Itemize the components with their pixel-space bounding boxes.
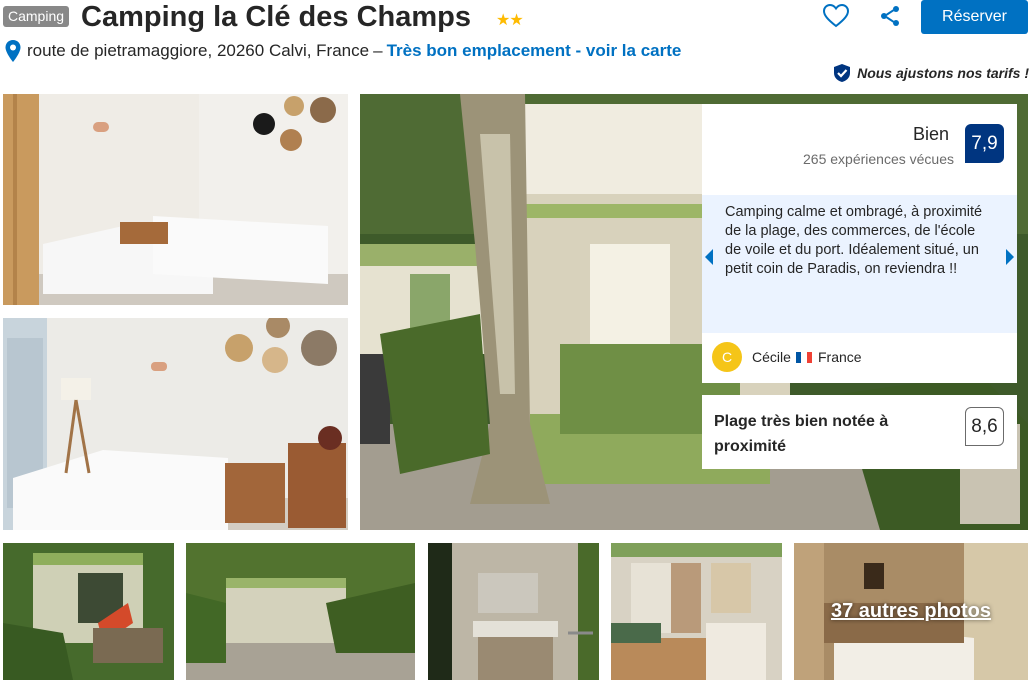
review-score: 7,9: [965, 124, 1004, 163]
photo-thumb-1[interactable]: [3, 543, 174, 680]
next-review-arrow-icon[interactable]: [1006, 249, 1014, 265]
map-pin-icon: [5, 40, 21, 62]
bedroom-image: [3, 318, 348, 530]
share-icon[interactable]: [878, 4, 902, 28]
heart-icon[interactable]: [822, 3, 850, 29]
rating-word: Bien: [912, 124, 949, 144]
more-photos-link[interactable]: 37 autres photos: [831, 600, 991, 623]
chalet-garden-image: [186, 543, 415, 680]
review-card: Bien 265 expériences vécues 7,9 Camping …: [702, 104, 1017, 383]
rating-summary[interactable]: Bien 265 expériences vécues 7,9: [702, 104, 1017, 180]
category-badge: Camping: [3, 6, 70, 27]
beach-label: Plage très bien notée à proximité: [714, 413, 889, 455]
reviewer-info: C Cécile France: [702, 333, 1017, 383]
photo-thumb-4[interactable]: [611, 543, 782, 680]
price-note: Nous ajustons nos tarifs !: [832, 63, 1029, 83]
photo-bedroom-1[interactable]: [3, 94, 348, 305]
shield-check-icon: [834, 64, 851, 82]
location-map-link[interactable]: Très bon emplacement - voir la carte: [387, 41, 682, 61]
reserve-button[interactable]: Réserver: [921, 0, 1028, 34]
beach-rating-card[interactable]: Plage très bien notée à proximité 8,6: [702, 395, 1017, 469]
chalet-terrace-image: [3, 543, 174, 680]
review-quote: Camping calme et ombragé, à proximité de…: [725, 204, 983, 277]
address-separator: –: [373, 41, 383, 60]
address-row: route de pietramaggiore, 20260 Calvi, Fr…: [4, 38, 681, 64]
address-text: route de pietramaggiore, 20260 Calvi, Fr…: [27, 41, 370, 60]
beach-score: 8,6: [965, 407, 1004, 446]
france-flag-icon: [796, 352, 812, 363]
photo-thumb-3[interactable]: [428, 543, 599, 680]
previous-review-arrow-icon[interactable]: [705, 249, 713, 265]
review-quote-panel: Camping calme et ombragé, à proximité de…: [702, 195, 1017, 333]
reviewer-country: France: [818, 349, 862, 365]
photo-thumb-2[interactable]: [186, 543, 415, 680]
price-note-text: Nous ajustons nos tarifs !: [857, 65, 1029, 81]
kitchen-image: [611, 543, 782, 680]
more-photos-overlay[interactable]: 37 autres photos: [794, 543, 1028, 680]
property-title: Camping la Clé des Champs: [81, 1, 471, 33]
reviewer-name: Cécile: [752, 349, 791, 365]
photo-bedroom-2[interactable]: [3, 318, 348, 530]
header: Camping Camping la Clé des Champs ★★ Rés…: [0, 0, 1033, 92]
star-rating: ★★: [496, 12, 524, 29]
reviewer-avatar: C: [712, 342, 742, 372]
rating-count: 265 expériences vécues: [803, 151, 954, 167]
bathroom-image: [428, 543, 599, 680]
bedroom-image: [3, 94, 348, 305]
